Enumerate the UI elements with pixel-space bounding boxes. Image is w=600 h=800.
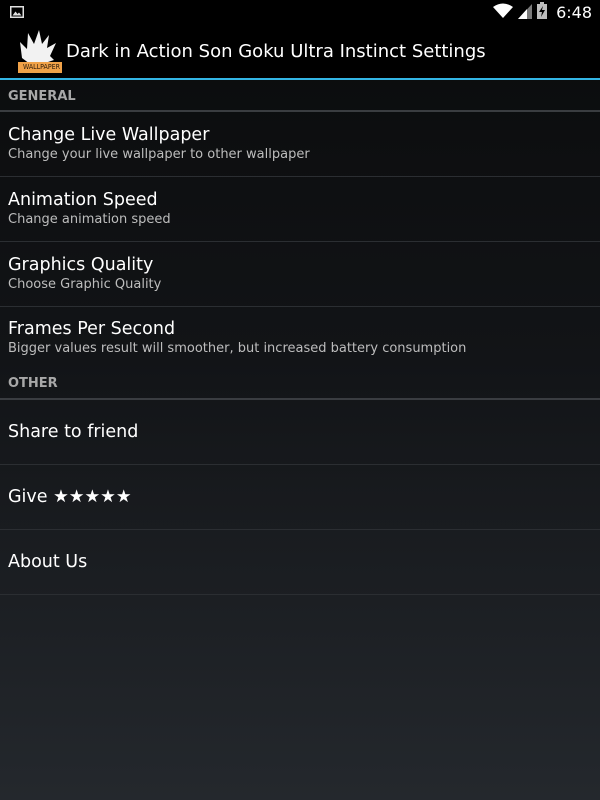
- image-notification-icon: [10, 3, 24, 22]
- battery-charging-icon: [537, 2, 548, 23]
- cell-signal-icon: [518, 3, 533, 23]
- status-right: 6:48: [493, 2, 592, 23]
- preferences-list: GENERAL Change Live Wallpaper Change you…: [0, 82, 600, 595]
- pref-animation-speed[interactable]: Animation Speed Change animation speed: [0, 177, 600, 242]
- pref-summary: Change your live wallpaper to other wall…: [8, 147, 310, 162]
- pref-title: Animation Speed: [8, 190, 158, 210]
- pref-title: Frames Per Second: [8, 319, 176, 339]
- pref-summary: Choose Graphic Quality: [8, 277, 162, 292]
- wifi-icon: [493, 3, 514, 23]
- pref-give-rating[interactable]: Give ★★★★★: [0, 465, 600, 530]
- pref-graphics-quality[interactable]: Graphics Quality Choose Graphic Quality: [0, 242, 600, 307]
- category-header-other: OTHER: [0, 369, 600, 400]
- action-bar: WALLPAPER Dark in Action Son Goku Ultra …: [0, 25, 600, 80]
- pref-change-live-wallpaper[interactable]: Change Live Wallpaper Change your live w…: [0, 112, 600, 177]
- status-left: [10, 3, 24, 22]
- pref-share-to-friend[interactable]: Share to friend: [0, 400, 600, 465]
- app-icon[interactable]: WALLPAPER: [14, 28, 62, 76]
- app-icon-badge: WALLPAPER: [18, 61, 62, 73]
- pref-title: Share to friend: [8, 422, 139, 442]
- pref-title: Graphics Quality: [8, 255, 154, 275]
- pref-summary: Change animation speed: [8, 212, 171, 227]
- pref-title: Change Live Wallpaper: [8, 125, 210, 145]
- status-time: 6:48: [556, 3, 592, 22]
- page-title: Dark in Action Son Goku Ultra Instinct S…: [66, 41, 486, 62]
- pref-title: About Us: [8, 552, 88, 572]
- pref-title: Give ★★★★★: [8, 487, 132, 507]
- category-header-general: GENERAL: [0, 82, 600, 112]
- pref-summary: Bigger values result will smoother, but …: [8, 341, 467, 356]
- pref-frames-per-second[interactable]: Frames Per Second Bigger values result w…: [0, 307, 600, 369]
- pref-about-us[interactable]: About Us: [0, 530, 600, 595]
- status-bar: 6:48: [0, 0, 600, 25]
